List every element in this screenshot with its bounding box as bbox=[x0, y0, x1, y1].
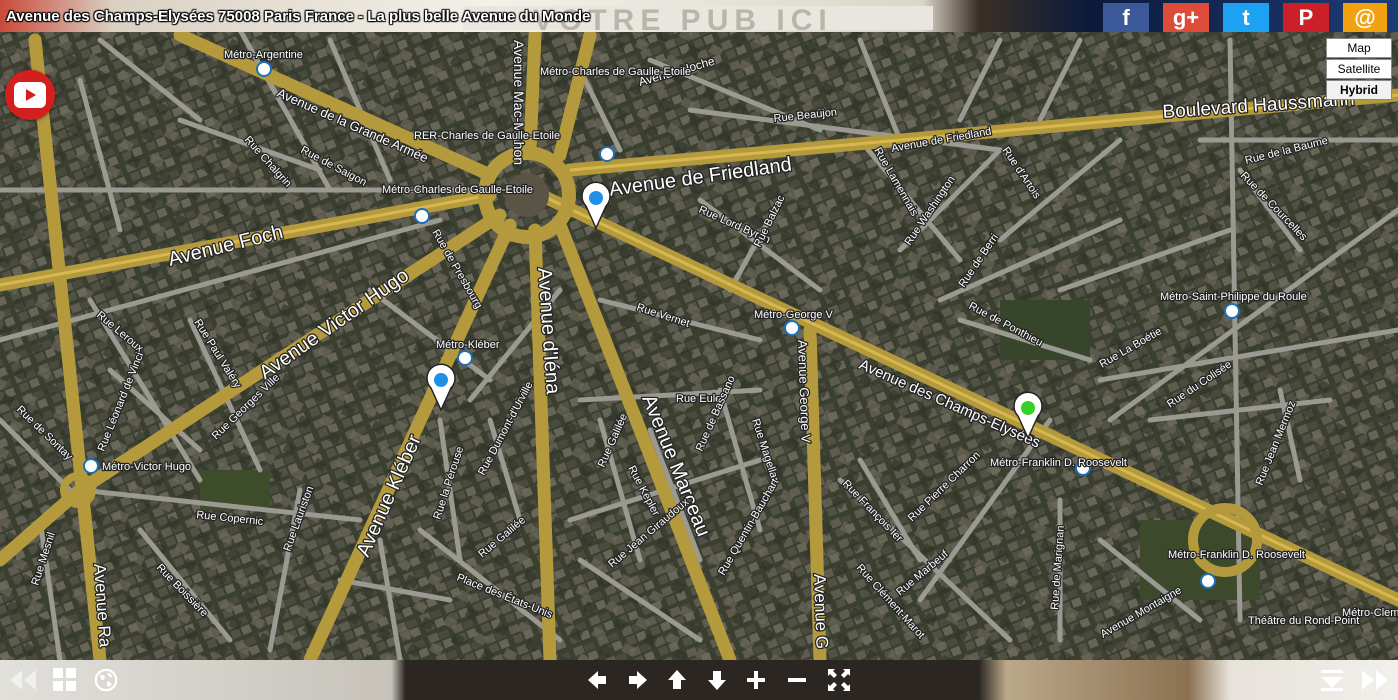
pinterest-icon: P bbox=[1298, 5, 1314, 30]
fast-forward-icon[interactable] bbox=[1360, 668, 1392, 692]
label-avenue-mac-mahon: Avenue Mac-Mahon bbox=[511, 40, 527, 165]
google-plus-icon: g+ bbox=[1172, 5, 1200, 30]
fullscreen-icon[interactable] bbox=[827, 668, 851, 692]
twitter-icon: t bbox=[1242, 5, 1250, 30]
label-rer-charles-de-gaulle: RER-Charles de Gaulle-Etoile bbox=[414, 130, 560, 142]
label-metro-george-v: Métro-George V bbox=[754, 309, 834, 321]
pinterest-button[interactable]: P bbox=[1283, 3, 1329, 32]
pan-left-icon[interactable] bbox=[586, 668, 608, 692]
label-metro-charles-de-gaulle-1: Métro-Charles de Gaulle-Etoile bbox=[540, 66, 691, 78]
facebook-button[interactable]: f bbox=[1103, 3, 1149, 32]
label-metro-franklin-1: Métro-Franklin D. Roosevelt bbox=[990, 457, 1127, 469]
pan-right-icon[interactable] bbox=[627, 668, 649, 692]
zoom-out-icon[interactable] bbox=[786, 668, 808, 692]
facebook-icon: f bbox=[1122, 5, 1130, 30]
label-metro-saint-philippe: Métro-Saint-Philippe du Roule bbox=[1160, 291, 1307, 303]
globe-icon[interactable] bbox=[93, 668, 119, 692]
map-type-satellite[interactable]: Satellite bbox=[1326, 59, 1392, 79]
pan-down-icon[interactable] bbox=[706, 668, 728, 692]
map-type-hybrid[interactable]: Hybrid bbox=[1326, 80, 1392, 100]
pan-up-icon[interactable] bbox=[666, 668, 688, 692]
twitter-button[interactable]: t bbox=[1223, 3, 1269, 32]
email-button[interactable]: @ bbox=[1343, 3, 1387, 32]
menu-collapse-icon[interactable] bbox=[1320, 668, 1344, 692]
zoom-in-icon[interactable] bbox=[745, 668, 767, 692]
label-metro-kleber: Métro-Kléber bbox=[436, 339, 500, 351]
rewind-icon[interactable] bbox=[6, 668, 38, 692]
label-metro-charles-de-gaulle-2: Métro-Charles de Gaulle-Etoile bbox=[382, 184, 533, 196]
email-icon: @ bbox=[1354, 5, 1376, 30]
youtube-button[interactable] bbox=[5, 70, 55, 120]
header-bar: VOTRE PUB ICI Avenue des Champs-Elysées … bbox=[0, 0, 1398, 32]
page-title: Avenue des Champs-Elysées 75008 Paris Fr… bbox=[6, 8, 591, 25]
map-view[interactable]: Avenue Foch Avenue de Friedland Boulevar… bbox=[0, 0, 1398, 660]
bottom-toolbar bbox=[0, 660, 1398, 700]
banner-ad-text: VOTRE PUB ICI bbox=[533, 6, 833, 30]
label-metro-argentine: Métro-Argentine bbox=[224, 49, 303, 61]
label-avenue-g: Avenue G bbox=[810, 573, 832, 649]
label-metro-victor-hugo: Métro-Victor Hugo bbox=[102, 461, 191, 473]
label-metro-franklin-2: Métro-Franklin D. Roosevelt bbox=[1168, 549, 1305, 561]
grid-view-icon[interactable] bbox=[53, 668, 77, 692]
google-plus-button[interactable]: g+ bbox=[1163, 3, 1209, 32]
youtube-icon bbox=[14, 82, 46, 108]
label-theatre-rond-point: Théâtre du Rond-Point bbox=[1248, 615, 1359, 627]
satellite-map[interactable]: Avenue Foch Avenue de Friedland Boulevar… bbox=[0, 0, 1398, 660]
map-type-map[interactable]: Map bbox=[1326, 38, 1392, 58]
